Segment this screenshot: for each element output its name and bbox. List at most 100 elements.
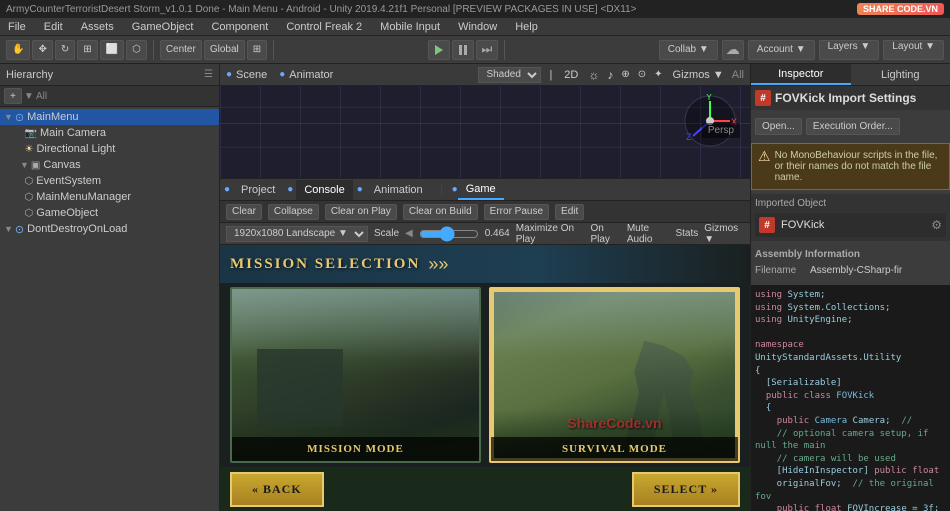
hierarchy-options-icon[interactable]: ☰ [204, 69, 213, 80]
inspector-title-text: FOVKick Import Settings [775, 91, 916, 105]
menu-control-freak[interactable]: Control Freak 2 [282, 21, 366, 33]
sharecode-logo: SHARE CODE.VN [857, 3, 944, 15]
transform-tools: ✋ ✥ ↻ ⊞ ⬜ ⬡ [6, 40, 154, 60]
svg-text:Z: Z [686, 132, 692, 142]
menu-edit[interactable]: Edit [40, 21, 67, 33]
canvas-arrow: ▼ [20, 160, 29, 170]
menu-component[interactable]: Component [207, 21, 272, 33]
open-btn[interactable]: Open... [755, 118, 802, 135]
menu-window[interactable]: Window [454, 21, 501, 33]
pause-icon [459, 45, 467, 55]
hierarchy-item-mainmenumanager[interactable]: ⬡ MainMenuManager [0, 189, 219, 205]
collapse-btn[interactable]: Collapse [268, 204, 319, 220]
assembly-title: Assembly Information [755, 249, 946, 260]
inspector-tab[interactable]: Inspector [751, 64, 851, 85]
light-toggle-icon[interactable]: ☼ [588, 68, 599, 82]
move-tool-btn[interactable]: ✥ [32, 40, 52, 60]
project-dot-icon: ● [224, 184, 230, 195]
code-block: using System; using System.Collections; … [751, 285, 950, 511]
scale-tool-btn[interactable]: ⊞ [77, 40, 97, 60]
menu-help[interactable]: Help [511, 21, 542, 33]
step-btn[interactable]: ⏭ [476, 40, 498, 60]
menu-gameobject[interactable]: GameObject [128, 21, 198, 33]
rotate-tool-btn[interactable]: ↻ [55, 40, 75, 60]
code-line-2: using System.Collections; [755, 302, 946, 315]
tab-project[interactable]: Project [233, 180, 283, 200]
audio-toggle-icon[interactable]: ♪ [607, 68, 613, 82]
menu-assets[interactable]: Assets [77, 21, 118, 33]
mmmanager-arrow [20, 192, 23, 202]
skybox-toggle-icon[interactable]: ⊙ [638, 69, 646, 80]
maincam-label: Main Camera [40, 127, 106, 139]
hierarchy-item-maincamera[interactable]: 📷 Main Camera [0, 125, 219, 141]
play-icon [435, 45, 443, 55]
animator-tab[interactable]: Animator [289, 69, 333, 81]
effects-toggle-icon[interactable]: ⊕ [621, 69, 629, 80]
game-tabs-row: ● Project ● Console ● Animation ● Game [220, 179, 750, 201]
pause-btn[interactable] [452, 40, 474, 60]
menu-mobile-input[interactable]: Mobile Input [376, 21, 444, 33]
code-line-14: originalFov; // the original fov [755, 478, 946, 503]
hierarchy-item-canvas[interactable]: ▼ ▣ Canvas [0, 157, 219, 173]
eventsys-icon: ⬡ [25, 176, 34, 187]
hierarchy-panel-header[interactable]: Hierarchy ☰ [0, 64, 219, 86]
hand-tool-btn[interactable]: ✋ [6, 40, 30, 60]
menu-file[interactable]: File [4, 21, 30, 33]
transform-tool-btn[interactable]: ⬡ [126, 40, 147, 60]
editor-body: Hierarchy ☰ + ▼ All ▼ ⊙ MainMenu 📷 Main … [0, 64, 950, 511]
scene-tab[interactable]: Scene [236, 69, 267, 81]
execution-order-btn[interactable]: Execution Order... [806, 118, 900, 135]
imported-object-section: Imported Object # FOVKick ⚙ [751, 194, 950, 241]
scene-horizon [220, 123, 750, 124]
dontdestroy-arrow: ▼ [4, 224, 13, 234]
hierarchy-item-gameobject[interactable]: ⬡ GameObject [0, 205, 219, 221]
maincam-icon: 📷 [25, 128, 37, 139]
tab-animation[interactable]: Animation [366, 180, 431, 200]
fx-toggle-icon[interactable]: ✦ [654, 69, 662, 80]
hierarchy-add-btn[interactable]: + [4, 88, 22, 104]
mute-audio-label: Mute Audio [627, 223, 670, 245]
tab-console[interactable]: Console [296, 180, 352, 200]
shaded-select[interactable]: Shaded [478, 67, 541, 83]
gear-settings-btn[interactable]: ⚙ [931, 218, 942, 232]
animator-dot-icon: ● [279, 69, 285, 80]
clear-btn[interactable]: Clear [226, 204, 262, 220]
scene-view-area: X Y Z Persp [220, 86, 750, 178]
left-column: Hierarchy ☰ + ▼ All ▼ ⊙ MainMenu 📷 Main … [0, 64, 220, 511]
lighting-tab[interactable]: Lighting [851, 64, 950, 85]
game-gizmos-btn[interactable]: Gizmos ▼ [704, 223, 744, 245]
resolution-select[interactable]: 1920x1080 Landscape ▼ [226, 226, 368, 242]
hierarchy-item-mainmenu[interactable]: ▼ ⊙ MainMenu [0, 109, 219, 125]
go-icon: ⬡ [25, 208, 34, 219]
back-btn[interactable]: « Back [230, 472, 324, 507]
rect-tool-btn[interactable]: ⬜ [100, 40, 124, 60]
layout-btn[interactable]: Layout ▼ [883, 40, 944, 60]
hierarchy-item-dontdestroy[interactable]: ▼ ⊙ DontDestroyOnLoad [0, 221, 219, 237]
select-btn[interactable]: Select » [632, 472, 740, 507]
play-btn[interactable] [428, 40, 450, 60]
edit-btn[interactable]: Edit [555, 204, 584, 220]
account-btn[interactable]: Account ▼ [748, 40, 815, 60]
mission-card-1[interactable]: Mission Mode [230, 287, 481, 463]
canvas-icon: ▣ [31, 160, 40, 171]
gizmos-btn[interactable]: Gizmos ▼ [669, 69, 728, 81]
clear-on-play-btn[interactable]: Clear on Play [325, 204, 397, 220]
center-btn[interactable]: Center [160, 40, 202, 60]
clear-on-build-btn[interactable]: Clear on Build [403, 204, 478, 220]
hierarchy-item-eventsystem[interactable]: ⬡ EventSystem [0, 173, 219, 189]
scene-grid [220, 86, 750, 178]
sky-2 [491, 289, 738, 358]
hierarchy-item-directionallight[interactable]: ☀ Directional Light [0, 141, 219, 157]
collab-btn[interactable]: Collab ▼ [659, 40, 718, 60]
2d-btn[interactable]: 2D [560, 69, 582, 81]
mission-card-2[interactable]: Survival Mode ShareCode.vn [489, 287, 740, 463]
game-main-view: Mission Selection » » [220, 245, 750, 511]
layers-btn[interactable]: Layers ▼ [819, 40, 880, 60]
tab-game[interactable]: Game [458, 180, 504, 200]
error-pause-btn[interactable]: Error Pause [484, 204, 549, 220]
custom-btn[interactable]: ⊞ [247, 40, 267, 60]
scale-slider[interactable] [419, 226, 479, 242]
cloud-btn[interactable]: ☁ [722, 40, 744, 60]
card2-label: Survival Mode [491, 437, 738, 461]
global-btn[interactable]: Global [204, 40, 245, 60]
